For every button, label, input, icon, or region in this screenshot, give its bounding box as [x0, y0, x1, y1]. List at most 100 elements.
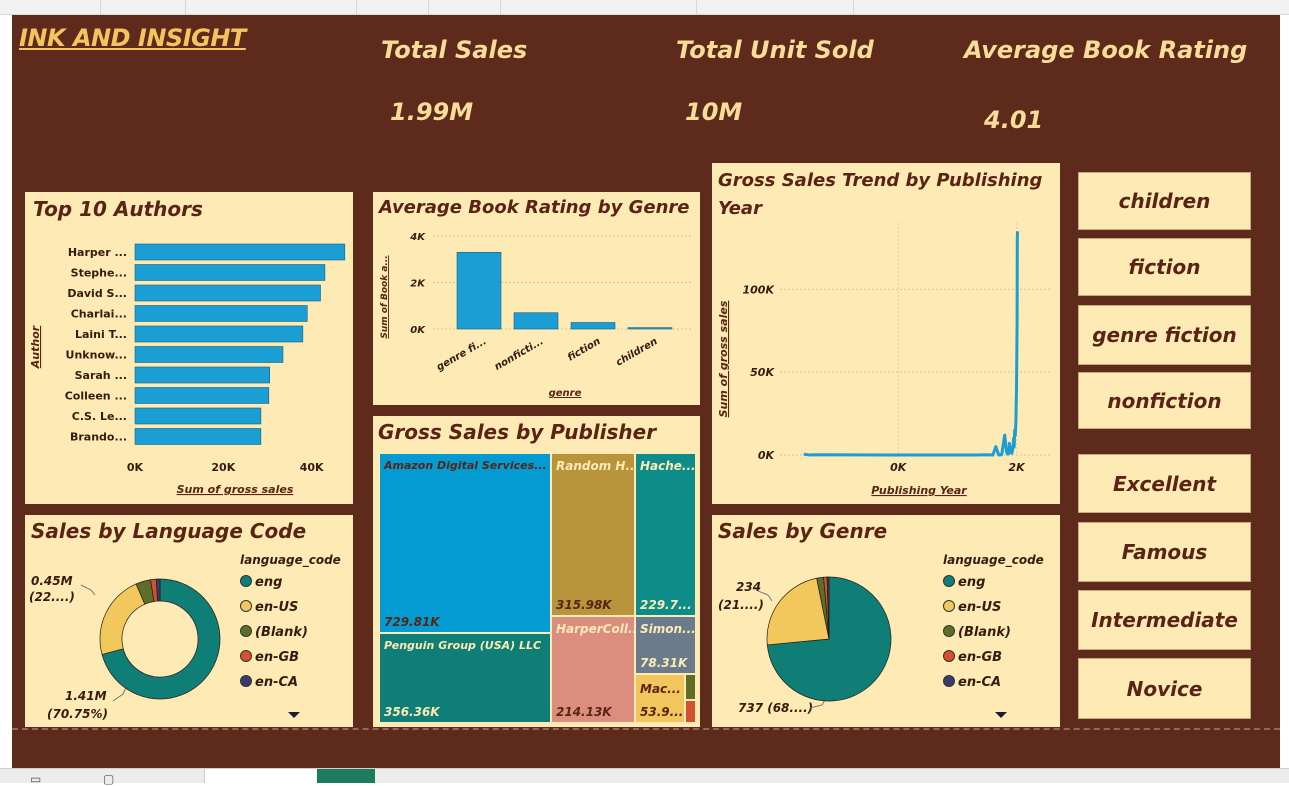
- author-bar[interactable]: [134, 407, 262, 425]
- trend-ytick: 50K: [750, 366, 775, 379]
- publisher-treemap-card[interactable]: Gross Sales by Publisher Amazon Digital …: [373, 416, 700, 727]
- author-bar[interactable]: [134, 387, 270, 404]
- slicer-level-novice[interactable]: Novice: [1078, 658, 1251, 719]
- author-xtick: 0K: [127, 461, 144, 474]
- legend-dot-icon: [240, 625, 252, 637]
- language-donut-card[interactable]: Sales by Language Code 0.45M (22....) 1.…: [25, 515, 353, 727]
- genre-bar[interactable]: [513, 312, 559, 330]
- sales-trend-xlabel: Publishing Year: [871, 484, 967, 497]
- genre-xtick: nonficti...: [493, 336, 546, 373]
- author-bar[interactable]: [134, 366, 271, 384]
- donut-label-eng-value: 1.41M: [65, 689, 107, 703]
- treemap-cell-value: 729.81K: [384, 615, 440, 629]
- legend-label: en-GB: [255, 650, 300, 665]
- genre-legend-title: language_code: [943, 553, 1044, 567]
- legend-scroll-down-icon[interactable]: [287, 710, 301, 720]
- genre-xtick: children: [614, 336, 659, 368]
- author-bar[interactable]: [134, 346, 284, 363]
- legend-item-eng[interactable]: eng: [943, 575, 985, 590]
- slicer-level-intermediate[interactable]: Intermediate: [1078, 590, 1251, 650]
- genre-ytick: 2K: [410, 279, 426, 290]
- genre-xtick: fiction: [566, 336, 603, 364]
- legend-label: eng: [255, 575, 283, 590]
- legend-item-eng[interactable]: eng: [240, 575, 282, 590]
- treemap-cell-penguin[interactable]: Penguin Group (USA) LLC 356.36K: [379, 633, 551, 723]
- legend-item-en-us[interactable]: en-US: [943, 600, 1001, 615]
- genre-pie-card[interactable]: Sales by Genre 234 (21....) 737 (68....)…: [712, 515, 1060, 727]
- slice-en-US[interactable]: [99, 583, 146, 655]
- language-donut-chart[interactable]: 0.45M (22....) 1.41M (70.75%): [25, 515, 225, 727]
- treemap-cell-value: 214.13K: [556, 705, 612, 719]
- slicer-level-excellent[interactable]: Excellent: [1078, 454, 1251, 513]
- legend-item-blank[interactable]: (Blank): [240, 625, 308, 640]
- legend-scroll-down-icon[interactable]: [994, 710, 1008, 720]
- legend-item-en-gb[interactable]: en-GB: [240, 650, 299, 665]
- treemap-cell-random-house[interactable]: Random H... 315.98K: [551, 453, 635, 616]
- donut-label-eng-pct: (70.75%): [47, 707, 108, 721]
- page-bottom-divider: [12, 728, 1280, 730]
- kpi-total-units-label: Total Unit Sold: [676, 36, 874, 64]
- treemap-cell-value: 229.7...: [640, 598, 692, 612]
- sheet-tab[interactable]: [204, 769, 317, 783]
- toolbar-separator: [500, 0, 501, 14]
- treemap-cell-name: HarperColl...: [556, 622, 635, 636]
- rating-by-genre-chart[interactable]: Sum of Book a... genre 0K 2K 4K genre fi...…: [373, 192, 700, 405]
- top-authors-chart[interactable]: Author Sum of gross sales Harper ... Step…: [25, 192, 353, 504]
- legend-dot-icon: [240, 575, 252, 587]
- top-authors-ylabel: Author: [29, 325, 42, 369]
- legend-item-en-gb[interactable]: en-GB: [943, 650, 1002, 665]
- pie-label-enus-pct: (21....): [718, 598, 764, 612]
- author-bar[interactable]: [134, 264, 326, 281]
- treemap-cell-small[interactable]: [685, 674, 696, 700]
- slicer-level-famous[interactable]: Famous: [1078, 522, 1251, 582]
- author-label: Harper ...: [68, 246, 127, 259]
- author-label: C.S. Le...: [72, 410, 127, 423]
- author-bar[interactable]: [134, 325, 304, 343]
- sales-trend-chart[interactable]: Sum of gross sales Publishing Year 0K 50K…: [712, 163, 1060, 504]
- author-bar[interactable]: [134, 284, 321, 302]
- legend-dot-icon: [943, 675, 955, 687]
- slicer-genre-children[interactable]: children: [1078, 172, 1251, 230]
- author-bar[interactable]: [134, 305, 308, 322]
- genre-bar[interactable]: [570, 322, 616, 330]
- treemap-cell-hachette[interactable]: Hache... 229.7...: [635, 453, 696, 616]
- legend-item-en-us[interactable]: en-US: [240, 600, 298, 615]
- treemap-cell-harpercollins[interactable]: HarperColl... 214.13K: [551, 616, 635, 723]
- rating-by-genre-ylabel: Sum of Book a...: [380, 255, 390, 338]
- legend-item-blank[interactable]: (Blank): [943, 625, 1011, 640]
- author-bar[interactable]: [134, 243, 346, 261]
- rating-by-genre-card[interactable]: Average Book Rating by Genre Sum of Book…: [373, 192, 700, 405]
- toolbar-separator: [853, 0, 854, 14]
- legend-item-en-ca[interactable]: en-CA: [240, 675, 298, 690]
- treemap-cell-name: Penguin Group (USA) LLC: [384, 639, 542, 652]
- treemap-cell-small[interactable]: [685, 700, 696, 723]
- legend-label: eng: [958, 575, 986, 590]
- rating-by-genre-xlabel: genre: [549, 388, 582, 399]
- treemap-cell-amazon[interactable]: Amazon Digital Services... 729.81K: [379, 453, 551, 633]
- genre-bar[interactable]: [456, 251, 502, 330]
- author-bar[interactable]: [134, 428, 262, 445]
- kpi-avg-rating-label: Average Book Rating: [964, 36, 1248, 64]
- slicer-genre-genre-fiction[interactable]: genre fiction: [1078, 305, 1251, 365]
- legend-dot-icon: [240, 675, 252, 687]
- pie-label-eng: 737 (68....): [738, 701, 813, 715]
- treemap-cell-macmillan[interactable]: Mac... 53.9...: [635, 674, 685, 723]
- legend-item-en-ca[interactable]: en-CA: [943, 675, 1001, 690]
- trend-line[interactable]: [803, 231, 1019, 457]
- trend-ytick: 100K: [743, 283, 776, 296]
- author-label: Colleen ...: [65, 390, 127, 403]
- treemap-cell-value: 53.9...: [640, 705, 684, 719]
- genre-pie-chart[interactable]: 234 (21....) 737 (68....): [712, 515, 932, 727]
- donut-label-enus-value: 0.45M: [31, 574, 73, 588]
- treemap-cell-simon[interactable]: Simon... 78.31K: [635, 616, 696, 674]
- kpi-total-units-value: 10M: [685, 98, 743, 126]
- author-xtick: 20K: [211, 461, 235, 474]
- slicer-genre-fiction[interactable]: fiction: [1078, 238, 1251, 296]
- legend-dot-icon: [240, 600, 252, 612]
- sales-trend-card[interactable]: Gross Sales Trend by Publishing Year Sum…: [712, 163, 1060, 504]
- genre-bar[interactable]: [627, 327, 673, 330]
- legend-dot-icon: [943, 625, 955, 637]
- top-authors-card[interactable]: Top 10 Authors Author Sum of gross sales…: [25, 192, 353, 504]
- slicer-genre-nonfiction[interactable]: nonfiction: [1078, 372, 1251, 429]
- sheet-tab-active[interactable]: [317, 769, 375, 783]
